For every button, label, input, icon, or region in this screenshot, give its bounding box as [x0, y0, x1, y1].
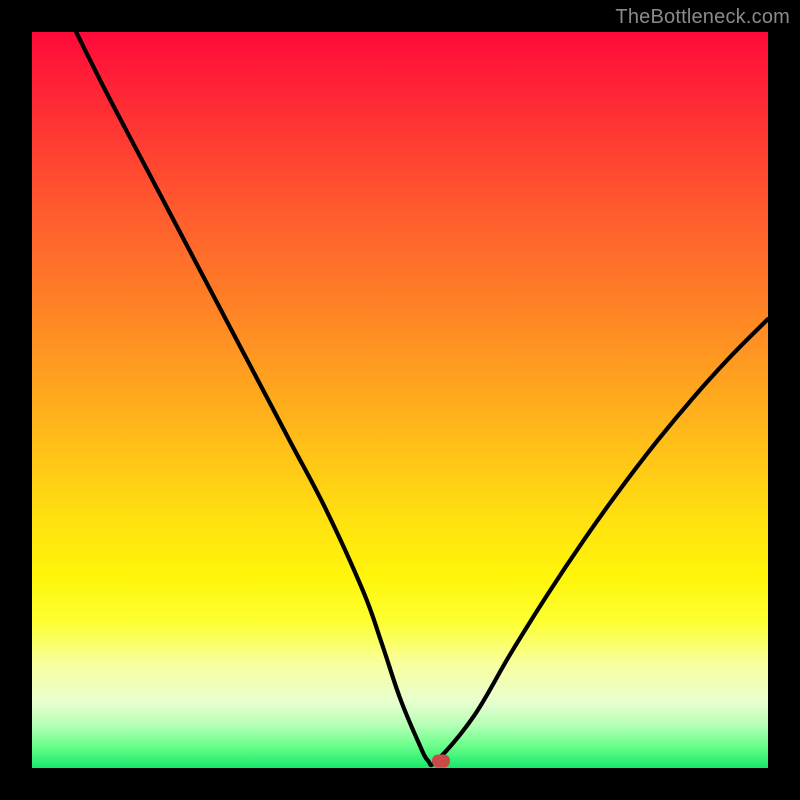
curve-layer: [32, 32, 768, 768]
bottleneck-curve: [76, 32, 768, 765]
attribution-label: TheBottleneck.com: [615, 6, 790, 29]
optimum-marker: [432, 754, 450, 767]
chart-frame: TheBottleneck.com: [0, 0, 800, 800]
plot-area: [32, 32, 768, 768]
